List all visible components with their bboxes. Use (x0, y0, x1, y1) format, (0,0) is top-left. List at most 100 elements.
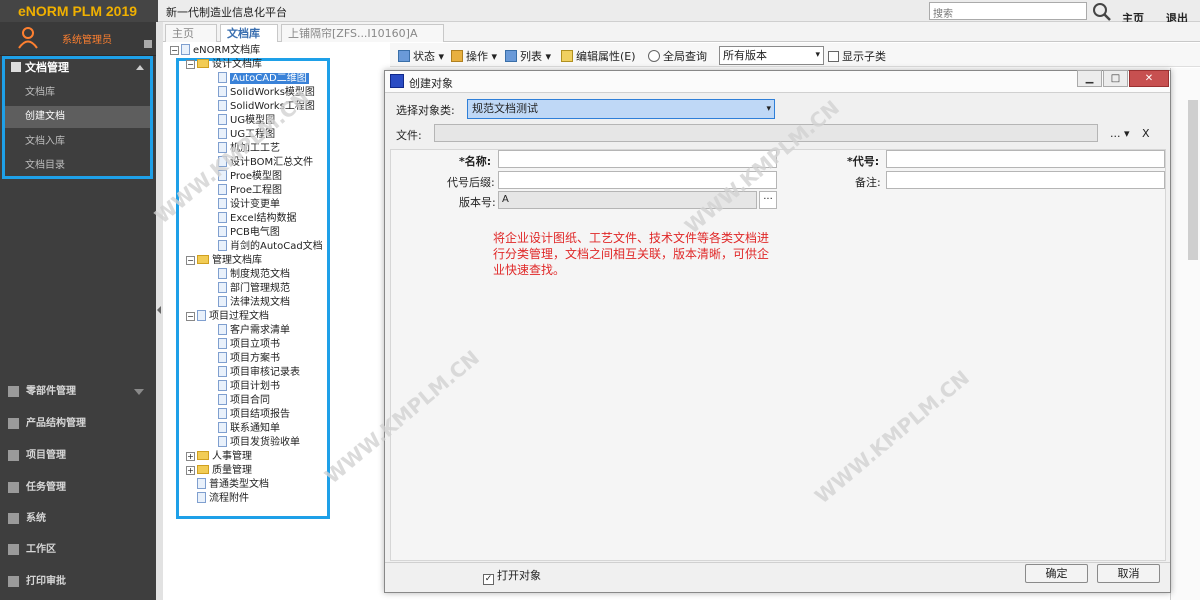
remark-field[interactable] (886, 171, 1165, 189)
document-icon (218, 128, 227, 139)
tree-item[interactable]: AutoCAD二维图 (218, 72, 309, 86)
ok-button[interactable]: 确定 (1025, 564, 1088, 583)
tree-item[interactable]: 项目结项报告 (218, 408, 290, 422)
tree-item[interactable]: 项目发货验收单 (218, 436, 300, 450)
tree-item[interactable]: Excel结构数据 (218, 212, 297, 226)
menu-item-library[interactable]: 文档库 (5, 82, 150, 104)
tree-root[interactable]: − eNORM文档库 (170, 44, 260, 58)
chevron-down-icon[interactable] (134, 389, 144, 395)
tree-item[interactable]: UG工程图 (218, 128, 275, 142)
maximize-button[interactable]: □ (1103, 70, 1128, 87)
version-select[interactable]: 所有版本 ▾ (719, 46, 824, 65)
collapse-icon[interactable]: − (170, 46, 179, 55)
global-query-button[interactable]: 全局查询 (648, 48, 707, 64)
app-subtitle: 新一代制造业信息化平台 (166, 6, 287, 19)
tree-item[interactable]: SolidWorks工程图 (218, 100, 315, 114)
document-icon (197, 478, 206, 489)
cancel-button[interactable]: 取消 (1097, 564, 1160, 583)
tab-home[interactable]: 主页 (165, 24, 217, 42)
version-field[interactable]: A (498, 191, 757, 209)
menu-project[interactable]: 项目管理 (0, 444, 158, 468)
tab-document-detail[interactable]: 上铺隔帘[ZFS...I10160]A (281, 24, 444, 42)
collapse-arrow-icon[interactable] (157, 306, 161, 314)
edit-attributes-button[interactable]: 编辑属性(E) (561, 48, 636, 64)
tree-node-quality[interactable]: + 质量管理 (186, 464, 252, 478)
menu-item-catalog[interactable]: 文档目录 (5, 155, 150, 177)
menu-item-checkin[interactable]: 文档入库 (5, 131, 150, 153)
tree-item[interactable]: 项目计划书 (218, 380, 280, 394)
tree-item[interactable]: 部门管理规范 (218, 282, 290, 296)
search-input[interactable]: 搜索 (929, 2, 1087, 20)
code-field[interactable] (886, 150, 1165, 168)
document-icon (218, 170, 227, 181)
document-icon (218, 226, 227, 237)
expand-icon[interactable]: + (186, 466, 195, 475)
menu-parts[interactable]: 零部件管理 (0, 380, 158, 404)
user-icon[interactable] (16, 25, 40, 49)
tree-node-attachment[interactable]: 流程附件 (197, 492, 249, 506)
tree-item[interactable]: 设计BOM汇总文件 (218, 156, 313, 170)
tree-node-general[interactable]: 普通类型文档 (197, 478, 269, 492)
tab-document-library[interactable]: 文档库× (220, 24, 278, 57)
user-name[interactable]: 系统管理员 (62, 31, 112, 46)
collapse-icon[interactable]: − (186, 60, 195, 69)
file-browse-button[interactable]: ... ▾ (1110, 127, 1130, 140)
sidebar-splitter[interactable] (156, 22, 163, 600)
version-picker-button[interactable]: ··· (759, 191, 777, 209)
tree-item[interactable]: 项目审核记录表 (218, 366, 300, 380)
tree-node-design[interactable]: − 设计文档库 (186, 58, 262, 72)
tree-item[interactable]: 项目立项书 (218, 338, 280, 352)
tree-item[interactable]: PCB电气图 (218, 226, 280, 240)
dialog-titlebar[interactable] (385, 71, 1170, 93)
tree-node-manage[interactable]: − 管理文档库 (186, 254, 262, 268)
list-icon (505, 50, 517, 62)
show-children-checkbox[interactable]: 显示子类 (828, 48, 886, 64)
tree-item[interactable]: Proe模型图 (218, 170, 282, 184)
tree-item[interactable]: 设计变更单 (218, 198, 280, 212)
open-object-checkbox[interactable]: ✓ 打开对象 (483, 567, 541, 585)
tree-item[interactable]: 项目合同 (218, 394, 270, 408)
code-suffix-field[interactable] (498, 171, 777, 189)
list-button[interactable]: 列表 ▾ (505, 48, 551, 64)
background-scrollbar[interactable] (1188, 100, 1198, 260)
menu-item-create-document[interactable]: 创建文档 (5, 106, 150, 128)
document-icon (218, 422, 227, 433)
tree-item[interactable]: 机加工工艺 (218, 142, 280, 156)
tree-item[interactable]: 联系通知单 (218, 422, 280, 436)
tree-node-hr[interactable]: + 人事管理 (186, 450, 252, 464)
menu-system[interactable]: 系统 (0, 507, 158, 531)
menu-product-structure[interactable]: 产品结构管理 (0, 412, 158, 436)
tree-node-project[interactable]: − 项目过程文档 (186, 310, 269, 324)
file-clear-button[interactable]: X (1142, 127, 1150, 140)
menu-workspace[interactable]: 工作区 (0, 538, 158, 562)
menu-print-approval[interactable]: 打印审批 (0, 570, 158, 594)
app-brand: eNORM PLM 2019 (0, 0, 158, 22)
chevron-up-icon[interactable] (136, 65, 144, 70)
collapse-icon[interactable]: − (186, 312, 195, 321)
name-field[interactable] (498, 150, 777, 168)
document-icon (218, 240, 227, 251)
menu-task[interactable]: 任务管理 (0, 476, 158, 500)
search-icon (648, 50, 660, 62)
tree-item[interactable]: 项目方案书 (218, 352, 280, 366)
tree-item[interactable]: UG模型图 (218, 114, 275, 128)
status-button[interactable]: 状态 ▾ (398, 48, 444, 64)
close-button[interactable]: ✕ (1129, 70, 1169, 87)
lock-icon[interactable] (144, 40, 152, 48)
operate-button[interactable]: 操作 ▾ (451, 48, 497, 64)
tree-item[interactable]: 制度规范文档 (218, 268, 290, 282)
menu-document-management[interactable]: 文档管理 (5, 59, 150, 76)
object-type-select[interactable]: 规范文档测试 ▾ (467, 99, 775, 119)
expand-icon[interactable]: + (186, 452, 195, 461)
tree-item[interactable]: Proe工程图 (218, 184, 282, 198)
collapse-icon[interactable]: − (186, 256, 195, 265)
checkmark-icon[interactable]: ✓ (483, 574, 494, 585)
tree-item[interactable]: 法律法规文档 (218, 296, 290, 310)
minimize-button[interactable]: ▁ (1077, 70, 1102, 87)
tree-item[interactable]: 客户需求清单 (218, 324, 290, 338)
tree-item[interactable]: 肖剑的AutoCad文档 (218, 240, 323, 254)
search-icon[interactable] (1091, 1, 1113, 21)
file-input[interactable] (434, 124, 1098, 142)
checkbox-icon[interactable] (828, 51, 839, 62)
tree-item[interactable]: SolidWorks模型图 (218, 86, 315, 100)
